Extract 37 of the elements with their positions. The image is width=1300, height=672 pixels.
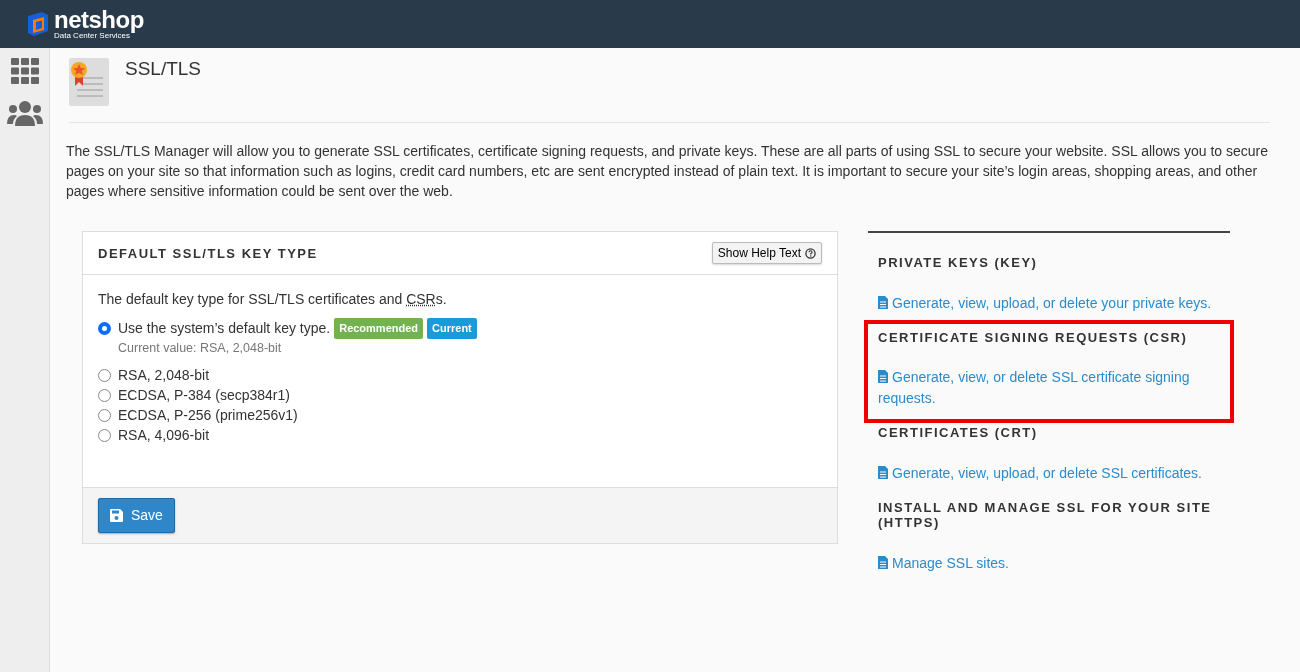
option-label[interactable]: Use the system’s default key type. (118, 318, 331, 339)
section-heading: INSTALL AND MANAGE SSL FOR YOUR SITE (HTTPS) (878, 499, 1213, 531)
document-icon (878, 295, 888, 309)
radio-button[interactable] (98, 428, 111, 442)
section-heading: CERTIFICATE SIGNING REQUESTS (CSR) (878, 329, 1189, 346)
intro-paragraph: The SSL/TLS Manager will allow you to generate SSL certificates, certificate signing requests, and private keys. These are all parts of using SSL to secure your website. SSL allows you to secure pages on your site so that information such as logins, credit card numbers, etc are sent encrypted instead of plain text. It is important to secure your site’s login areas, shopping areas, and other pages where sensitive information could be sent over the web. (66, 142, 1270, 201)
help-icon (805, 247, 816, 259)
radio-button[interactable] (98, 408, 111, 422)
show-help-button[interactable]: Show Help Text (711, 242, 822, 264)
option-label[interactable]: RSA, 4,096-bit (118, 425, 210, 446)
users-icon[interactable] (6, 100, 43, 126)
grid-icon[interactable] (10, 58, 39, 84)
radio-button[interactable] (98, 321, 111, 335)
page-title: SSL/TLS (125, 58, 202, 81)
brand-name: netshop (54, 8, 144, 32)
section-link[interactable]: Generate, view, or delete SSL certificate signing requests. (878, 367, 1220, 410)
section-heading: CERTIFICATES (CRT) (878, 425, 1039, 441)
section-link[interactable]: Generate, view, upload, or delete your private keys. (878, 292, 1220, 314)
status-label: Recommended (334, 318, 424, 339)
section-link[interactable]: Manage SSL sites. (878, 552, 1220, 574)
save-button[interactable]: Save (98, 498, 175, 533)
current-value-note: Current value: RSA, 2,048-bit (118, 339, 283, 357)
status-label: Current (427, 318, 477, 339)
section-link[interactable]: Generate, view, upload, or delete SSL certificates. (878, 462, 1220, 484)
option-label[interactable]: ECDSA, P-256 (prime256v1) (118, 405, 298, 426)
document-icon (878, 465, 888, 479)
document-icon (878, 370, 888, 384)
radio-button[interactable] (98, 388, 111, 402)
document-icon (878, 555, 888, 569)
option-label[interactable]: ECDSA, P-384 (secp384r1) (118, 385, 290, 406)
certificate-icon (69, 58, 109, 106)
radio-button[interactable] (98, 368, 111, 382)
option-label[interactable]: RSA, 2,048-bit (118, 365, 210, 386)
panel-description: The default key type for SSL/TLS certificates and CSRs. (98, 290, 448, 309)
section-heading: PRIVATE KEYS (KEY) (878, 255, 1039, 271)
panel-title: DEFAULT SSL/TLS KEY TYPE (98, 246, 318, 262)
brand-tagline: Data Center Services (54, 32, 131, 40)
